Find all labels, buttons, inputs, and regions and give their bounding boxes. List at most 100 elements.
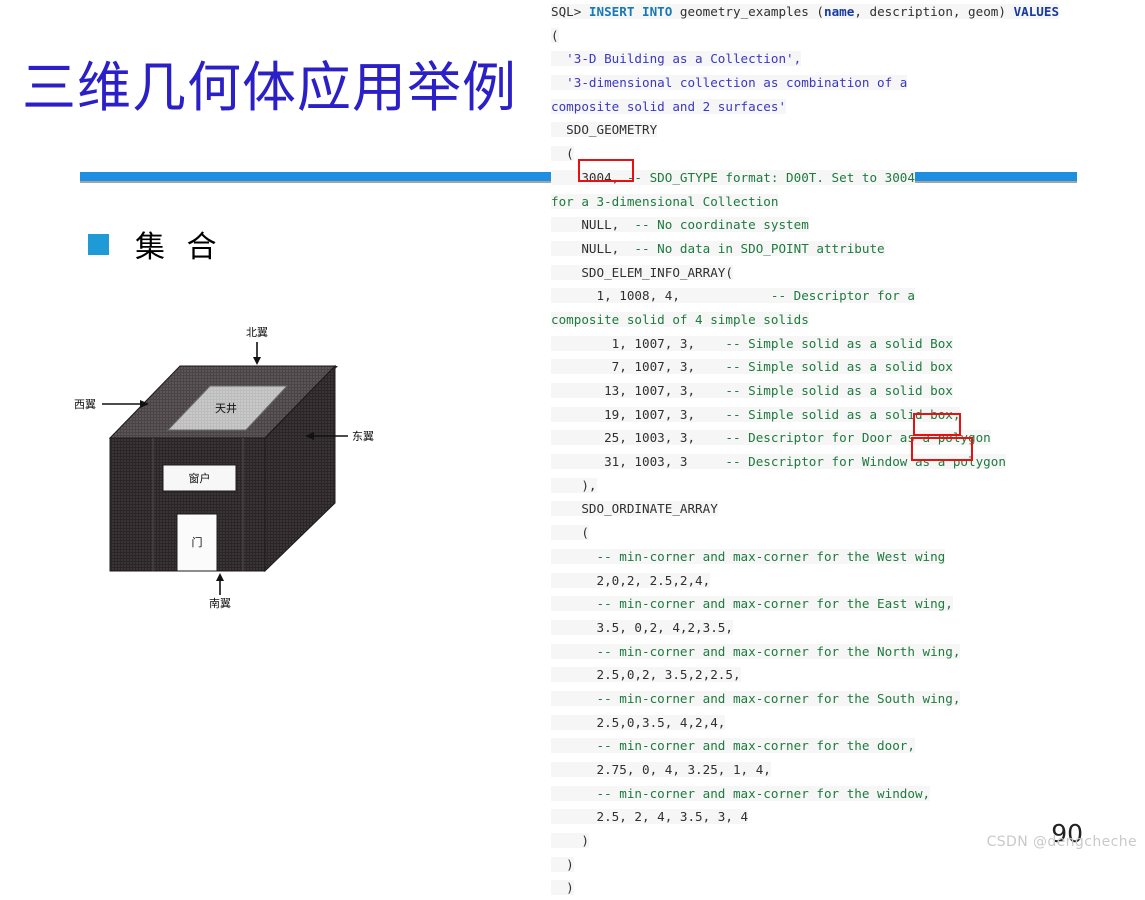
code-token-num: 1, 1007, 3,: [551, 335, 726, 351]
code-token-kw: INSERT INTO: [588, 4, 673, 19]
code-token-plain: SDO_ORDINATE_ARRAY: [551, 501, 718, 517]
code-token-plain: , description, geom): [854, 4, 1014, 19]
code-line: -- min-corner and max-corner for the Nor…: [545, 640, 1145, 664]
code-line: NULL, -- No coordinate system: [545, 213, 1145, 237]
code-line: for a 3-dimensional Collection: [545, 190, 1145, 214]
code-token-plain: NULL,: [551, 240, 635, 256]
page-title: 三维几何体应用举例: [22, 56, 517, 119]
code-line: -- min-corner and max-corner for the Eas…: [545, 592, 1145, 616]
code-token-cmt: -- Simple solid as a solid box,: [725, 406, 961, 422]
code-token-cmt: -- min-corner and max-corner for the doo…: [551, 738, 915, 754]
code-token-plain: ): [551, 856, 574, 872]
code-line: 19, 1007, 3, -- Simple solid as a solid …: [545, 403, 1145, 427]
code-token-cmt: -- Descriptor for a: [770, 288, 915, 304]
code-line: SQL> INSERT INTO geometry_examples (name…: [545, 0, 1145, 24]
code-token-plain: ): [551, 880, 574, 896]
code-token-cmt: -- Simple solid as a solid Box: [725, 335, 953, 351]
code-token-num: 3.5, 0,2, 4,2,3.5,: [551, 619, 733, 635]
code-line: 2,0,2, 2.5,2,4,: [545, 569, 1145, 593]
sql-code-listing: SQL> INSERT INTO geometry_examples (name…: [545, 0, 1145, 896]
code-token-plain: (: [551, 27, 559, 43]
code-token-cmt: -- min-corner and max-corner for the Wes…: [551, 548, 946, 564]
code-token-cmt: -- Descriptor for Window as a polygon: [725, 454, 1006, 470]
code-line: 1, 1008, 4, -- Descriptor for a: [545, 284, 1145, 308]
code-token-plain: (: [551, 146, 574, 162]
code-token-num: 2.75, 0, 4, 3.25, 1, 4,: [551, 762, 771, 777]
diagram-label-north-wing: 北翼: [246, 326, 268, 339]
bullet-item-label: 集 合: [135, 230, 223, 265]
diagram-label-door: 门: [192, 535, 203, 549]
code-token-num: 2.5, 2, 4, 3.5, 3, 4: [551, 809, 749, 825]
code-token-kwd: VALUES: [1013, 4, 1060, 19]
code-token-num: 31, 1003, 3: [551, 454, 726, 470]
code-token-cmt: -- Simple solid as a solid box: [725, 359, 953, 375]
code-line: 3004, -- SDO_GTYPE format: D00T. Set to …: [545, 166, 1145, 190]
code-token-num: 3004,: [551, 169, 627, 185]
code-token-kwd: name: [823, 4, 855, 19]
code-token-num: 2.5,0,3.5, 4,2,4,: [551, 714, 726, 730]
code-token-cmt: -- Descriptor for Door as a polygon: [725, 430, 991, 446]
code-token-cmt: -- No coordinate system: [634, 217, 809, 233]
code-line: ): [545, 853, 1145, 877]
code-line: 1, 1007, 3, -- Simple solid as a solid B…: [545, 332, 1145, 356]
code-token-plain: SDO_ELEM_INFO_ARRAY(: [551, 264, 733, 280]
code-token-cmt: composite solid of 4 simple solids: [551, 311, 809, 327]
code-line: (: [545, 24, 1145, 48]
code-line: composite solid of 4 simple solids: [545, 308, 1145, 332]
code-token-str: '3-dimensional collection as combination…: [551, 75, 908, 91]
code-line: 2.5,0,2, 3.5,2,2.5,: [545, 663, 1145, 687]
code-line: -- min-corner and max-corner for the doo…: [545, 734, 1145, 758]
code-line: '3-dimensional collection as combination…: [545, 71, 1145, 95]
code-line: 3.5, 0,2, 4,2,3.5,: [545, 616, 1145, 640]
code-line: SDO_GEOMETRY: [545, 118, 1145, 142]
code-line: 2.5,0,3.5, 4,2,4,: [545, 711, 1145, 735]
code-token-cmt: -- Simple solid as a solid box: [725, 383, 953, 398]
code-token-plain: ): [551, 833, 589, 849]
code-token-cmt: for a 3-dimensional Collection: [551, 193, 779, 209]
code-token-num: 7, 1007, 3,: [551, 359, 726, 375]
code-line: -- min-corner and max-corner for the win…: [545, 782, 1145, 806]
code-token-num: 2,0,2, 2.5,2,4,: [551, 572, 711, 588]
code-line: '3-D Building as a Collection',: [545, 47, 1145, 71]
code-line: 31, 1003, 3 -- Descriptor for Window as …: [545, 450, 1145, 474]
code-line: SDO_ORDINATE_ARRAY: [545, 497, 1145, 521]
code-line: 7, 1007, 3, -- Simple solid as a solid b…: [545, 355, 1145, 379]
bullet-square-icon: [88, 233, 109, 255]
slide-content-panel: 三维几何体应用举例 集 合 窗户 门 天井 北翼 西翼 东翼 南翼: [0, 0, 1077, 864]
code-line: ),: [545, 474, 1145, 498]
code-line: SDO_ELEM_INFO_ARRAY(: [545, 261, 1145, 285]
code-token-cmt: -- min-corner and max-corner for the Nor…: [551, 643, 961, 659]
code-line: 25, 1003, 3, -- Descriptor for Door as a…: [545, 426, 1145, 450]
diagram-label-east-wing: 东翼: [352, 430, 374, 443]
code-token-num: 25, 1003, 3,: [551, 430, 726, 446]
code-line: 13, 1007, 3, -- Simple solid as a solid …: [545, 379, 1145, 403]
code-line: (: [545, 142, 1145, 166]
code-line: -- min-corner and max-corner for the Sou…: [545, 687, 1145, 711]
code-token-plain: (: [551, 525, 589, 541]
code-token-plain: SQL>: [551, 4, 589, 19]
code-token-cmt: -- No data in SDO_POINT attribute: [634, 240, 885, 256]
diagram-label-west-wing: 西翼: [74, 398, 96, 411]
code-token-cmt: -- min-corner and max-corner for the Eas…: [551, 596, 953, 612]
code-token-plain: SDO_GEOMETRY: [551, 122, 658, 138]
watermark-text: CSDN @dengcheche: [986, 834, 1137, 850]
code-token-num: 2.5,0,2, 3.5,2,2.5,: [551, 667, 741, 683]
code-token-num: 19, 1007, 3,: [551, 406, 726, 422]
code-line: NULL, -- No data in SDO_POINT attribute: [545, 237, 1145, 261]
code-token-plain: ),: [551, 477, 597, 493]
code-token-cmt: -- min-corner and max-corner for the Sou…: [551, 690, 961, 706]
code-token-plain: NULL,: [551, 217, 635, 233]
diagram-label-atrium: 天井: [215, 401, 237, 415]
code-token-plain: geometry_examples (: [672, 4, 824, 19]
code-line: composite solid and 2 surfaces': [545, 95, 1145, 119]
code-token-cmt: -- SDO_GTYPE format: D00T. Set to 3004: [626, 169, 915, 185]
code-token-str: '3-D Building as a Collection',: [551, 51, 802, 67]
code-line: (: [545, 521, 1145, 545]
code-token-num: 1, 1008, 4,: [551, 288, 771, 304]
building-diagram: 窗户 门 天井 北翼 西翼 东翼 南翼: [60, 318, 410, 618]
diagram-label-south-wing: 南翼: [209, 597, 231, 610]
code-token-cmt: -- min-corner and max-corner for the win…: [551, 785, 931, 801]
code-token-num: 13, 1007, 3,: [551, 383, 726, 398]
code-line: ): [545, 876, 1145, 900]
code-line: 2.75, 0, 4, 3.25, 1, 4,: [545, 758, 1145, 782]
